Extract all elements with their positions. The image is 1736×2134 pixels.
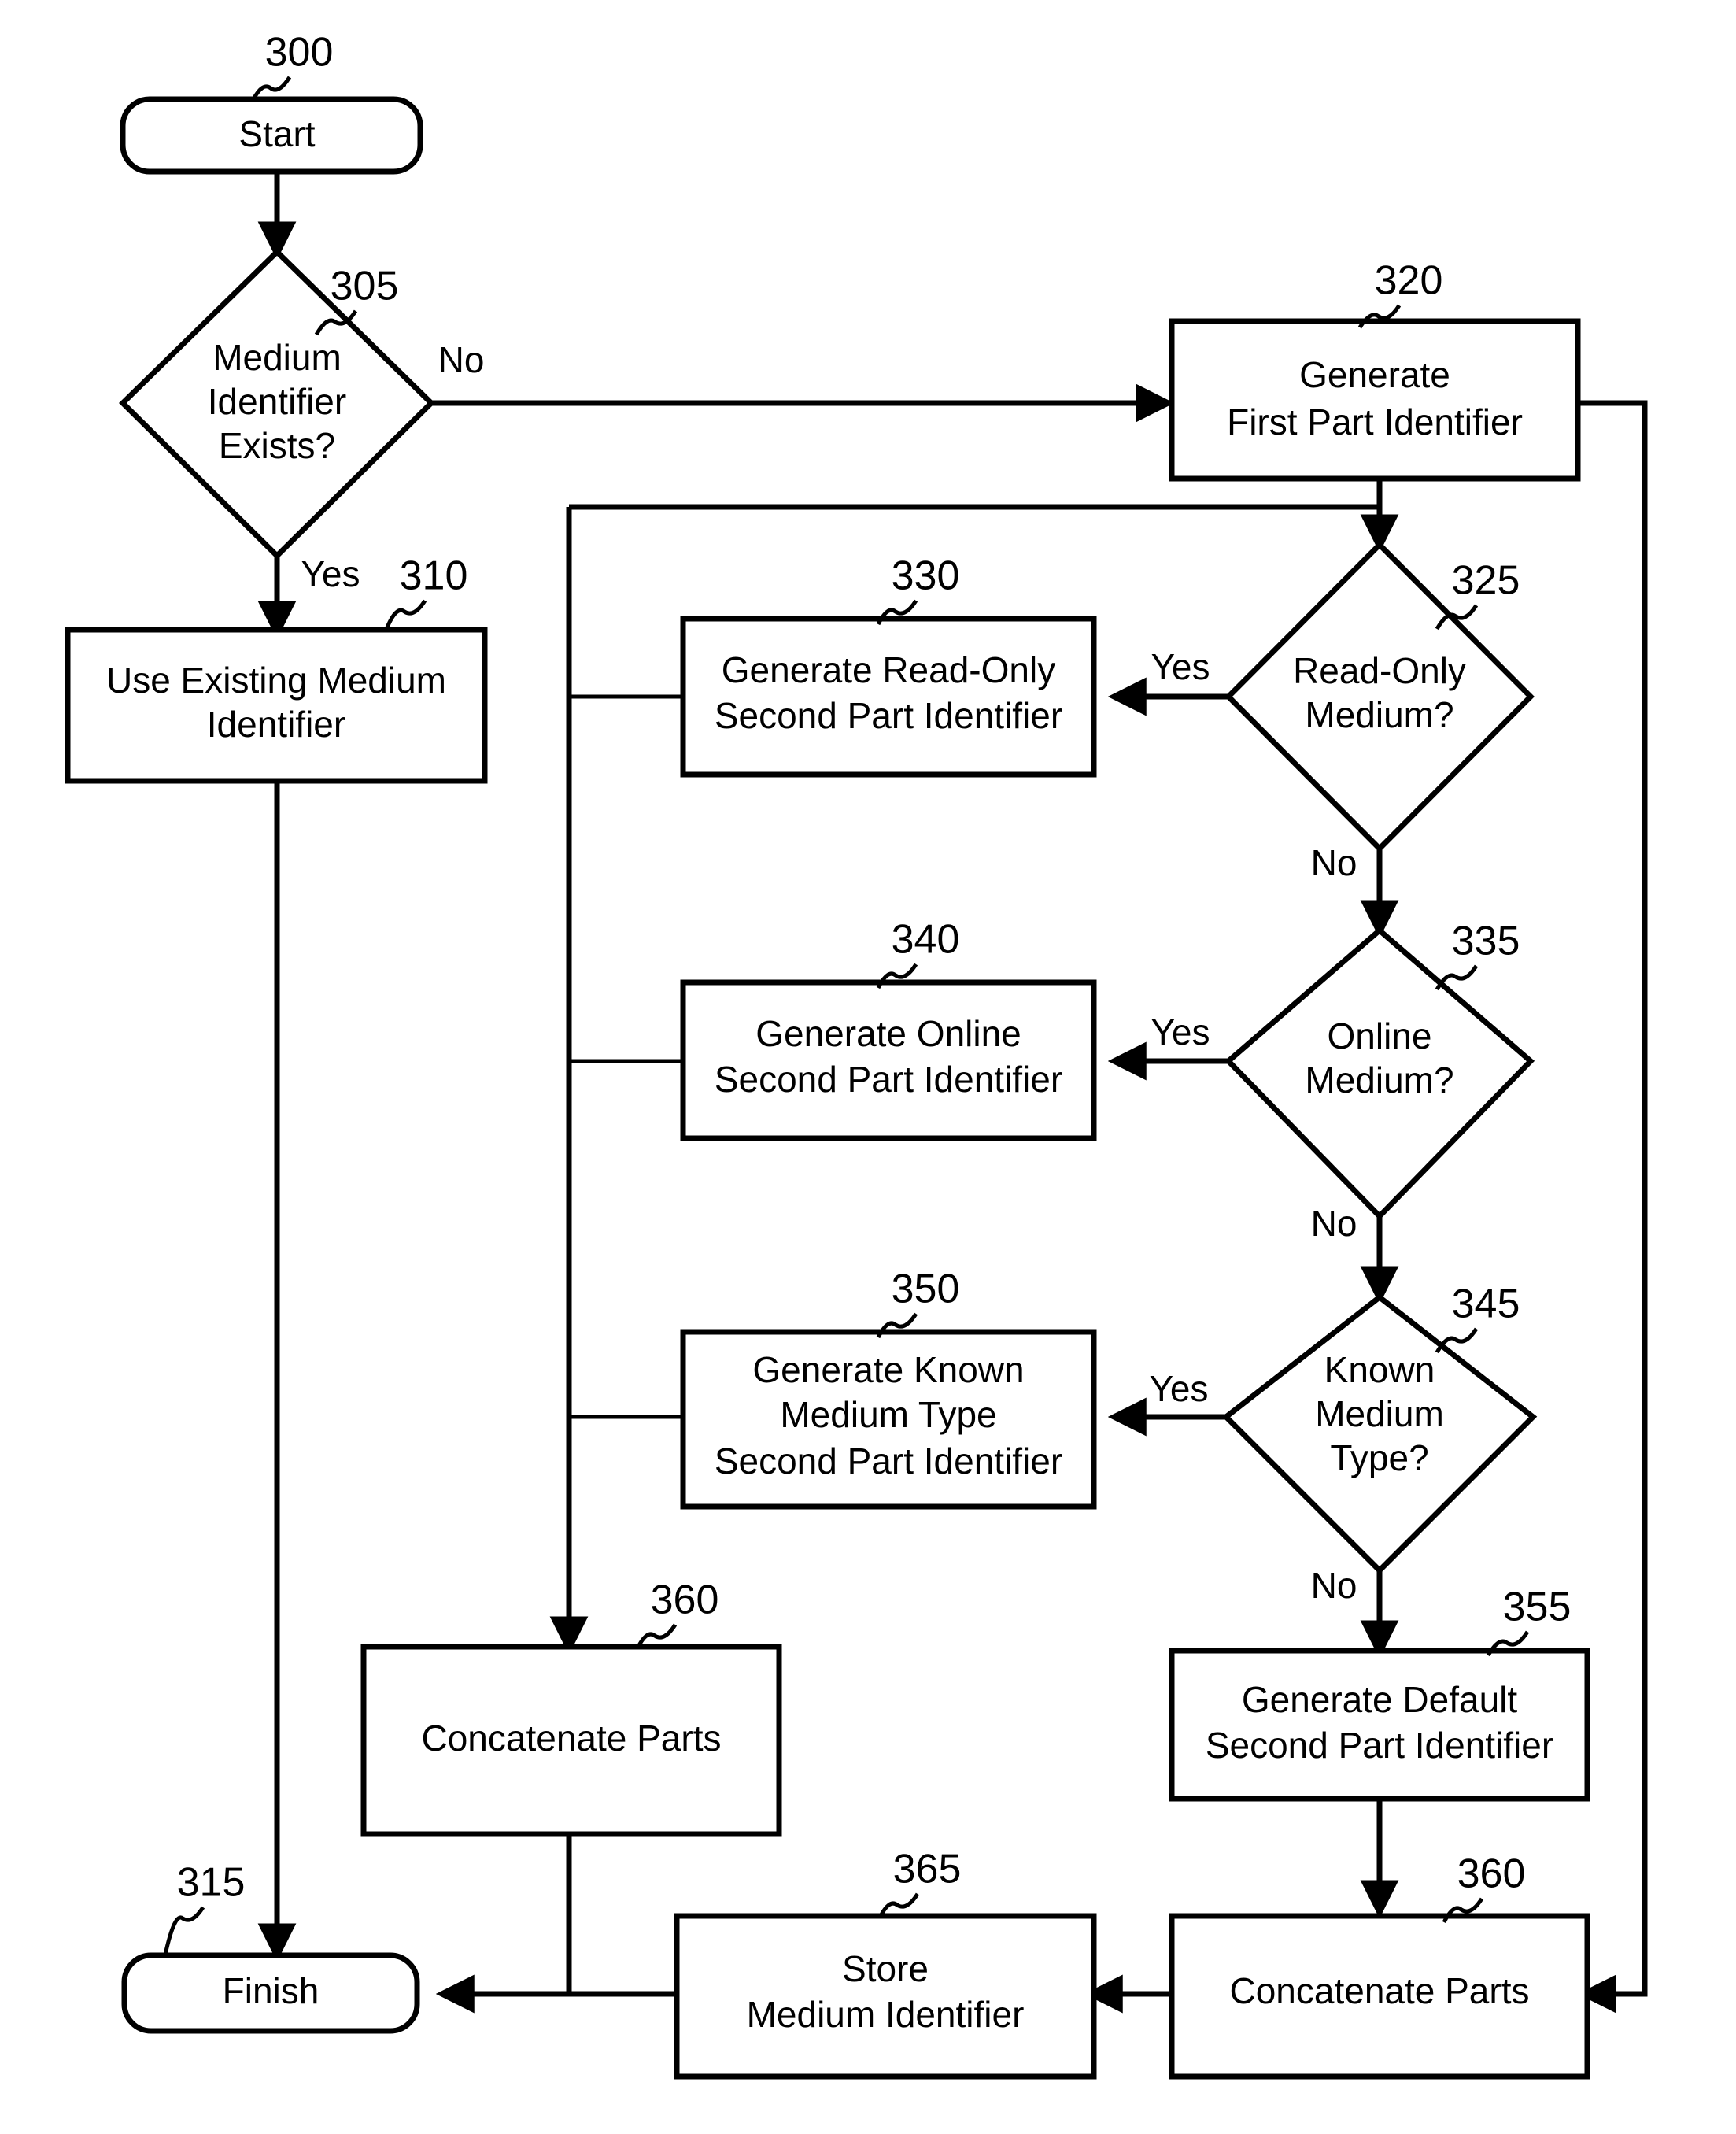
leader-300 [251, 76, 292, 101]
node-medium-identifier-exists-label-3: Exists? [219, 425, 335, 466]
node-medium-identifier-exists-label-1: Medium [212, 337, 342, 378]
node-store-medium-identifier-label-1: Store [842, 1948, 929, 1989]
node-generate-read-only-second-part-label-2: Second Part Identifier [715, 695, 1062, 736]
ref-numeral-340: 340 [892, 917, 960, 963]
node-generate-online-second-part-label-1: Generate Online [755, 1013, 1021, 1054]
ref-numeral-355: 355 [1503, 1585, 1572, 1630]
node-known-medium-type-label-2: Medium [1315, 1393, 1444, 1434]
node-generate-first-part-identifier-label-1: Generate [1299, 354, 1450, 395]
node-store-medium-identifier-label-2: Medium Identifier [747, 1994, 1025, 2035]
ref-numeral-300: 300 [265, 30, 334, 76]
ref-numeral-335: 335 [1452, 919, 1520, 964]
edge-label-read-only-no: No [1311, 842, 1357, 883]
node-start-label: Start [238, 113, 315, 154]
edge-label-read-only-yes: Yes [1151, 646, 1210, 687]
node-concatenate-parts-right-label: Concatenate Parts [1229, 1970, 1529, 2011]
node-generate-known-medium-type-second-part-label-2: Medium Type [780, 1394, 996, 1435]
node-online-medium-label-2: Medium? [1305, 1060, 1453, 1100]
node-generate-online-second-part-label-2: Second Part Identifier [715, 1059, 1062, 1100]
node-generate-first-part-identifier[interactable] [1169, 318, 1581, 482]
node-medium-identifier-exists-label-2: Identifier [208, 381, 346, 422]
node-concatenate-parts-left-label: Concatenate Parts [421, 1718, 721, 1759]
ref-numeral-310: 310 [400, 553, 468, 599]
edge-label-online-no: No [1311, 1203, 1357, 1244]
ref-numeral-360-right: 360 [1457, 1851, 1526, 1897]
edge-label-known-type-no: No [1311, 1565, 1357, 1606]
ref-numeral-320: 320 [1375, 258, 1443, 304]
node-generate-known-medium-type-second-part-label-3: Second Part Identifier [715, 1441, 1062, 1481]
edge-label-medium-exists-no: No [438, 339, 485, 380]
ref-numeral-350: 350 [892, 1267, 960, 1312]
ref-numeral-325: 325 [1452, 558, 1520, 604]
ref-numeral-330: 330 [892, 553, 960, 599]
node-use-existing-medium-identifier-label-1: Use Existing Medium [106, 660, 446, 701]
node-known-medium-type-label-3: Type? [1330, 1437, 1428, 1478]
node-use-existing-medium-identifier-label-2: Identifier [207, 704, 345, 745]
node-read-only-medium-label-2: Medium? [1305, 694, 1453, 735]
edge-label-online-yes: Yes [1151, 1012, 1210, 1052]
node-generate-known-medium-type-second-part-label-1: Generate Known [752, 1349, 1024, 1390]
leader-310 [385, 599, 427, 628]
flowchart-canvas: Start Medium Identifier Exists? Use Exis… [0, 0, 1736, 2134]
node-known-medium-type-label-1: Known [1324, 1349, 1435, 1390]
ref-numeral-345: 345 [1452, 1282, 1520, 1327]
node-generate-first-part-identifier-label-2: First Part Identifier [1227, 401, 1523, 442]
ref-numeral-305: 305 [331, 264, 399, 309]
ref-numeral-315: 315 [177, 1860, 246, 1906]
leader-315 [163, 1906, 205, 1955]
node-generate-default-second-part-label-2: Second Part Identifier [1206, 1725, 1553, 1766]
node-read-only-medium-label-1: Read-Only [1293, 650, 1466, 691]
edge-label-known-type-yes: Yes [1149, 1368, 1208, 1409]
ref-numeral-365: 365 [893, 1847, 962, 1892]
node-finish-label: Finish [223, 1970, 319, 2011]
edge-label-medium-exists-yes: Yes [301, 553, 360, 594]
node-generate-read-only-second-part-label-1: Generate Read-Only [722, 649, 1055, 690]
ref-numeral-360-left: 360 [651, 1577, 719, 1623]
flowchart-svg: Start Medium Identifier Exists? Use Exis… [65, 30, 1648, 2080]
node-generate-default-second-part-label-1: Generate Default [1242, 1679, 1518, 1720]
node-online-medium-label-1: Online [1328, 1015, 1432, 1056]
